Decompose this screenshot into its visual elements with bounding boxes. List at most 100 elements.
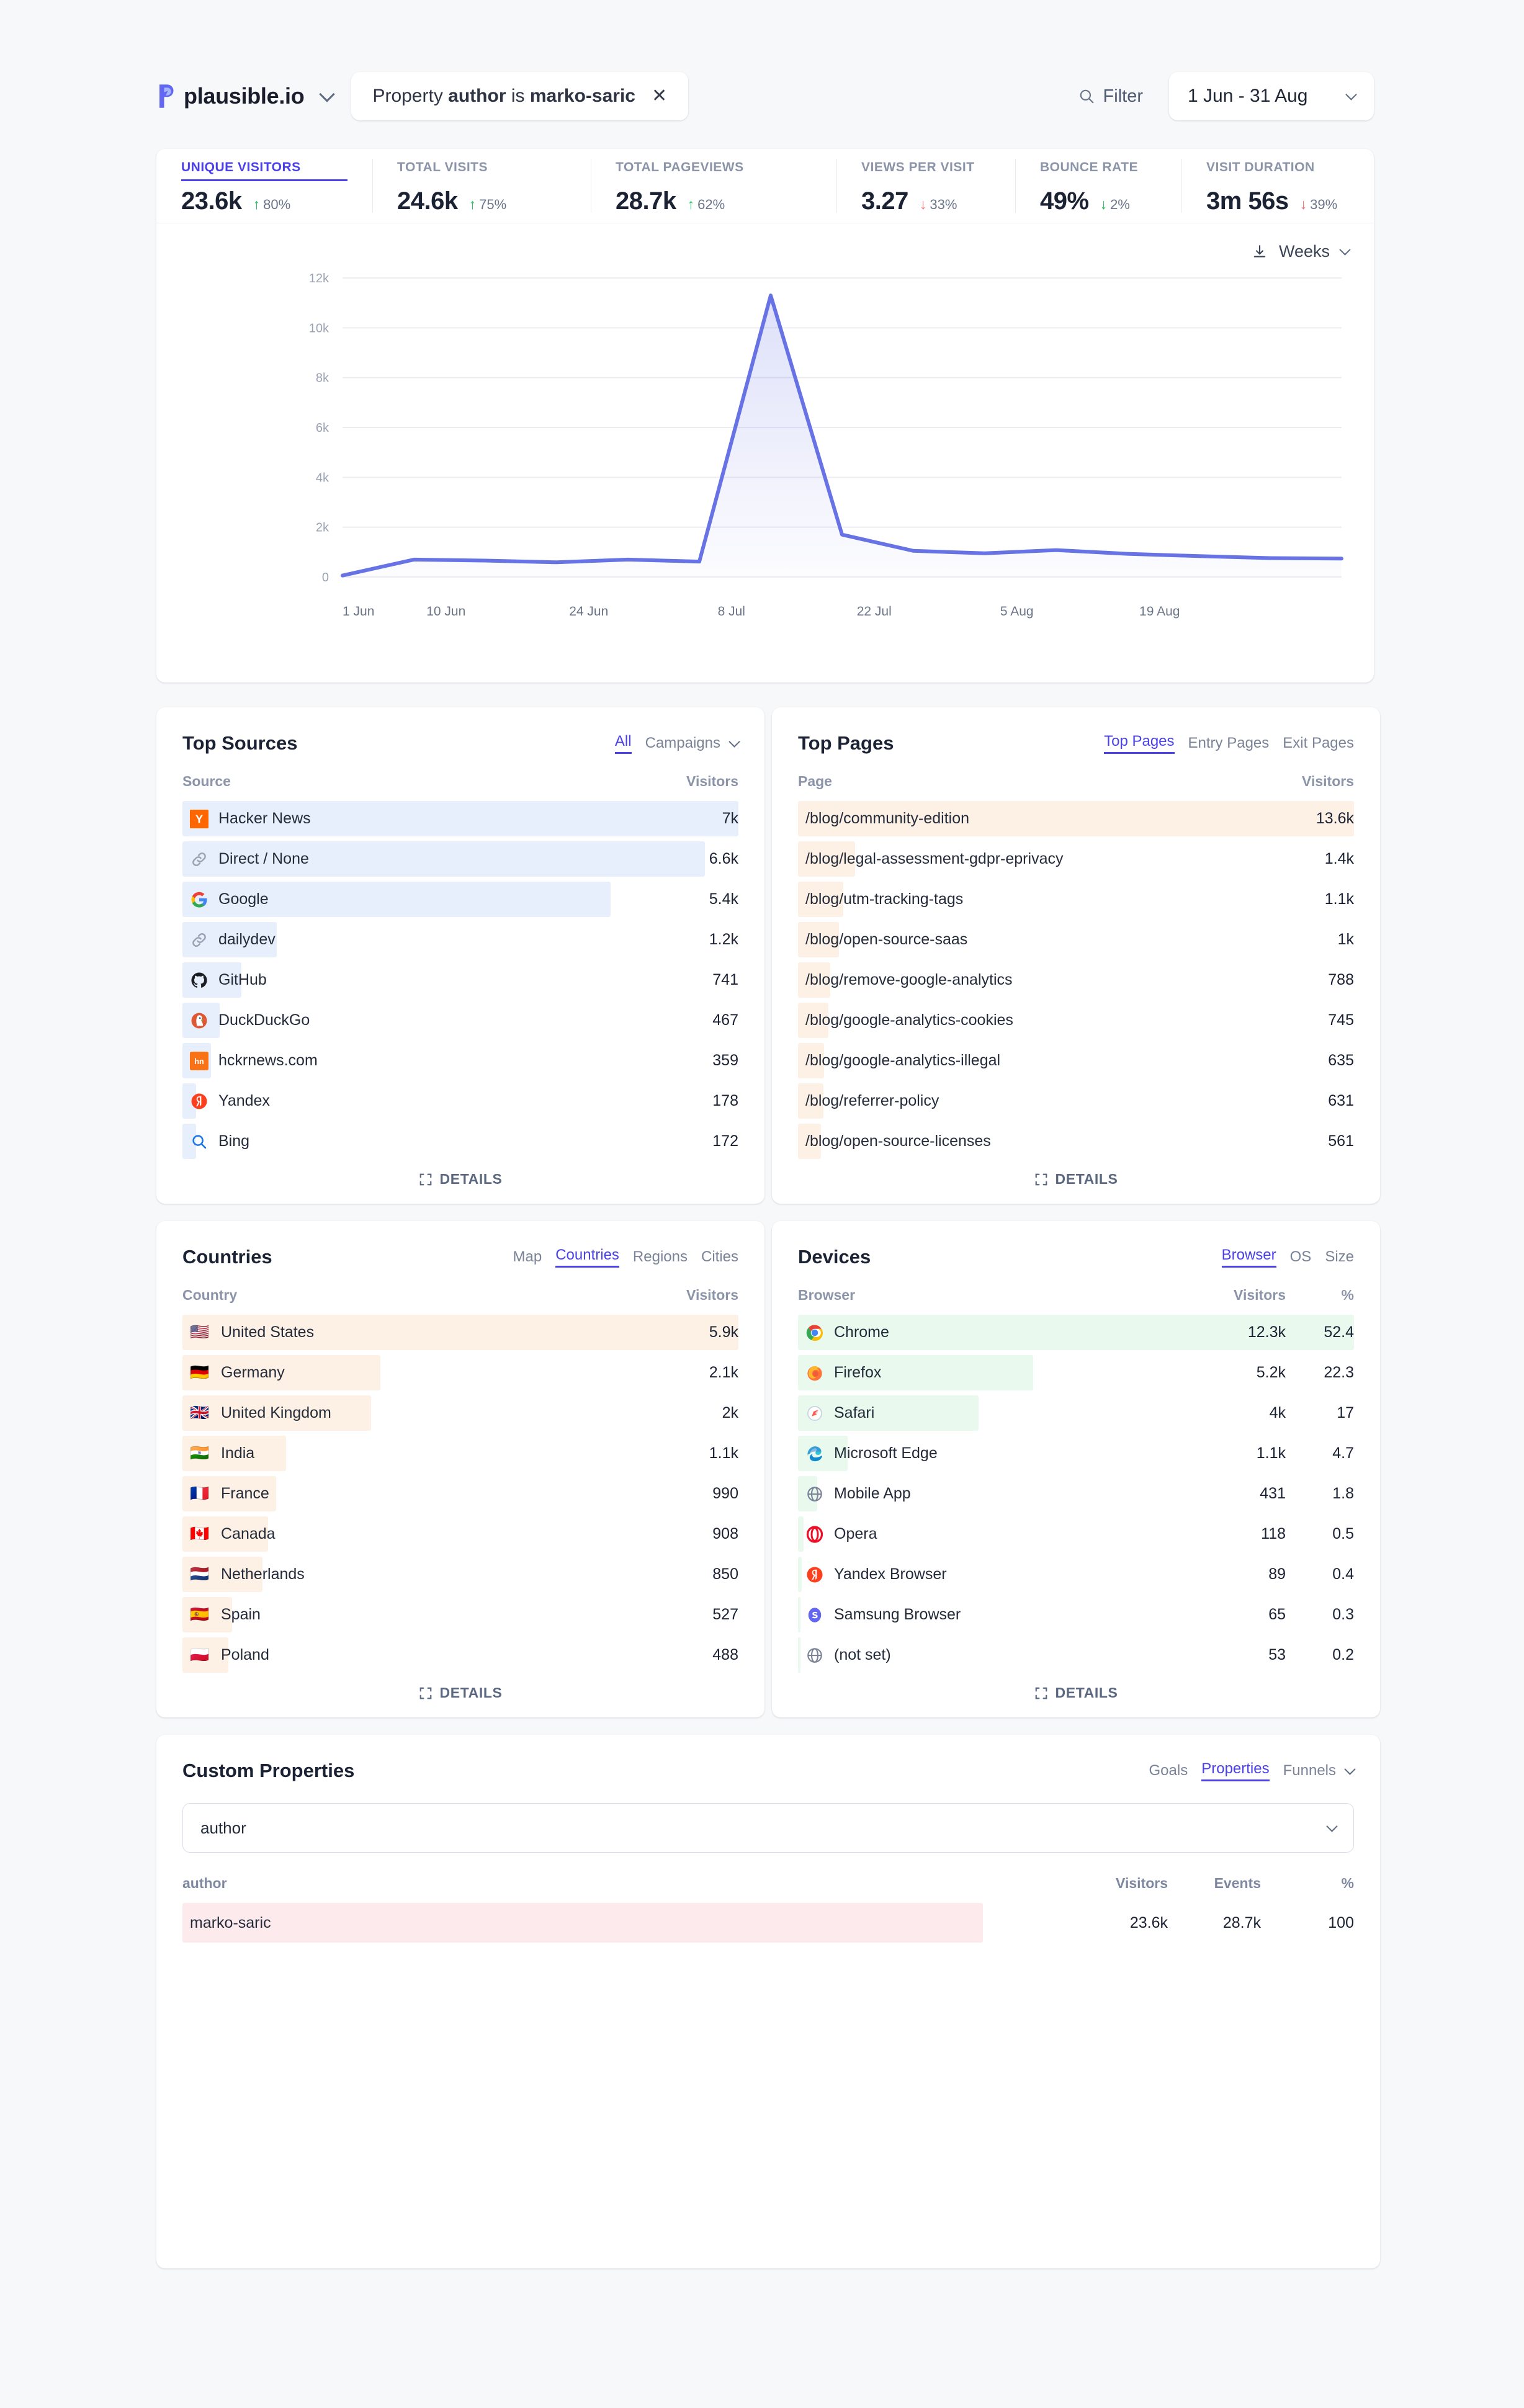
property-select[interactable]: author — [182, 1803, 1354, 1853]
table-row[interactable]: (not set) 53 0.2 — [798, 1635, 1354, 1675]
table-row[interactable]: 🇪🇸 Spain 527 — [182, 1595, 738, 1635]
metric-value: 3m 56s — [1206, 187, 1289, 215]
metric-total-visits[interactable]: TOTAL VISITS 24.6k ↑ 75% — [372, 149, 591, 223]
tab-top-pages[interactable]: Top Pages — [1104, 733, 1175, 754]
table-row[interactable]: 🇩🇪 Germany 2.1k — [182, 1353, 738, 1393]
panel-title: Countries — [182, 1246, 272, 1268]
table-row[interactable]: GitHub 741 — [182, 960, 738, 1000]
interval-label[interactable]: Weeks — [1279, 242, 1330, 261]
table-row[interactable]: dailydev 1.2k — [182, 920, 738, 960]
svg-text:0: 0 — [322, 571, 329, 584]
row-label: 🇩🇪 Germany — [182, 1364, 285, 1382]
chevron-down-icon[interactable] — [1344, 1763, 1356, 1775]
table-row[interactable]: 🇳🇱 Netherlands 850 — [182, 1554, 738, 1595]
table-row[interactable]: /blog/legal-assessment-gdpr-eprivacy 1.4k — [798, 839, 1354, 879]
tab-exit-pages[interactable]: Exit Pages — [1283, 735, 1354, 752]
tab-all[interactable]: All — [614, 733, 632, 754]
tab-entry-pages[interactable]: Entry Pages — [1188, 735, 1270, 752]
table-row[interactable]: Mobile App 431 1.8 — [798, 1474, 1354, 1514]
metric-views-per-visit[interactable]: VIEWS PER VISIT 3.27 ↓ 33% — [836, 149, 1015, 223]
tab-campaigns[interactable]: Campaigns — [645, 735, 720, 752]
table-row[interactable]: DuckDuckGo 467 — [182, 1000, 738, 1041]
tab-os[interactable]: OS — [1290, 1248, 1312, 1266]
row-name: /blog/utm-tracking-tags — [805, 890, 964, 908]
table-row[interactable]: Direct / None 6.6k — [182, 839, 738, 879]
tab-properties[interactable]: Properties — [1201, 1760, 1270, 1781]
date-range-picker[interactable]: 1 Jun - 31 Aug — [1169, 72, 1374, 120]
table-row[interactable]: Chrome 12.3k 52.4 — [798, 1312, 1354, 1353]
table-row[interactable]: Y Hacker News 7k — [182, 799, 738, 839]
row-label: marko-saric — [182, 1914, 271, 1932]
panel-title: Custom Properties — [182, 1760, 355, 1781]
table-row[interactable]: /blog/community-edition 13.6k — [798, 799, 1354, 839]
filter-button[interactable]: Filter — [1069, 79, 1153, 114]
yandex-icon — [191, 1093, 207, 1109]
table-row[interactable]: Firefox 5.2k 22.3 — [798, 1353, 1354, 1393]
table-row[interactable]: Bing 172 — [182, 1121, 738, 1161]
table-row[interactable]: Yandex Browser 89 0.4 — [798, 1554, 1354, 1595]
svg-text:8k: 8k — [316, 372, 329, 385]
table-row[interactable]: 🇬🇧 United Kingdom 2k — [182, 1393, 738, 1433]
chart-svg[interactable]: 0 2k 4k 6k 8k 10k 12k 1 Jun 10 Jun 24 Jun 8 Jul 22 … — [156, 267, 1374, 651]
tab-cities[interactable]: Cities — [701, 1248, 738, 1266]
table-row[interactable]: /blog/open-source-licenses 561 — [798, 1121, 1354, 1161]
chevron-down-icon[interactable] — [319, 86, 336, 102]
tab-countries[interactable]: Countries — [555, 1247, 619, 1268]
bing-icon — [192, 1134, 207, 1148]
metric-unique-visitors[interactable]: UNIQUE VISITORS 23.6k ↑ 80% — [156, 149, 372, 223]
metric-bounce-rate[interactable]: BOUNCE RATE 49% ↓ 2% — [1015, 149, 1181, 223]
devices-details-button[interactable]: DETAILS — [772, 1685, 1380, 1701]
row-value: 6.6k — [709, 850, 738, 867]
tab-goals[interactable]: Goals — [1149, 1762, 1188, 1779]
chevron-down-icon[interactable] — [1339, 244, 1351, 256]
sources-details-button[interactable]: DETAILS — [156, 1171, 764, 1188]
table-row[interactable]: Microsoft Edge 1.1k 4.7 — [798, 1433, 1354, 1474]
active-filter-pill[interactable]: Property author is marko-saric ✕ — [351, 72, 689, 120]
table-row[interactable]: /blog/open-source-saas 1k — [798, 920, 1354, 960]
table-row[interactable]: 🇺🇸 United States 5.9k — [182, 1312, 738, 1353]
row-name: Direct / None — [218, 850, 309, 867]
properties-list: marko-saric 23.6k 28.7k 100 — [156, 1900, 1380, 1945]
countries-details-button[interactable]: DETAILS — [156, 1685, 764, 1701]
tab-browser[interactable]: Browser — [1221, 1247, 1276, 1268]
row-name: Samsung Browser — [834, 1606, 961, 1623]
row-percent: 17 — [1337, 1404, 1354, 1421]
table-row[interactable]: Samsung Browser 65 0.3 — [798, 1595, 1354, 1635]
table-row[interactable]: 🇨🇦 Canada 908 — [182, 1514, 738, 1554]
tab-size[interactable]: Size — [1325, 1248, 1354, 1266]
table-row[interactable]: 🇵🇱 Poland 488 — [182, 1635, 738, 1675]
metric-total-pageviews[interactable]: TOTAL PAGEVIEWS 28.7k ↑ 62% — [591, 149, 836, 223]
table-row[interactable]: /blog/referrer-policy 631 — [798, 1081, 1354, 1121]
table-row[interactable]: marko-saric 23.6k 28.7k 100 — [182, 1900, 1354, 1945]
table-row[interactable]: /blog/google-analytics-cookies 745 — [798, 1000, 1354, 1041]
row-label: /blog/remove-google-analytics — [798, 971, 1013, 989]
tab-map[interactable]: Map — [513, 1248, 542, 1266]
row-label: Yandex Browser — [798, 1565, 947, 1584]
metric-change: ↑ 80% — [253, 196, 291, 212]
table-row[interactable]: /blog/utm-tracking-tags 1.1k — [798, 879, 1354, 920]
table-row[interactable]: /blog/remove-google-analytics 788 — [798, 960, 1354, 1000]
row-label: 🇪🇸 Spain — [182, 1606, 261, 1624]
table-row[interactable]: 🇮🇳 India 1.1k — [182, 1433, 738, 1474]
table-row[interactable]: Safari 4k 17 — [798, 1393, 1354, 1433]
row-value: 5.9k — [709, 1323, 738, 1341]
expand-icon — [419, 1173, 431, 1185]
tab-regions[interactable]: Regions — [633, 1248, 688, 1266]
table-row[interactable]: hn hckrnews.com 359 — [182, 1041, 738, 1081]
remove-filter-icon[interactable]: ✕ — [649, 87, 667, 105]
table-row[interactable]: Google 5.4k — [182, 879, 738, 920]
table-row[interactable]: 🇫🇷 France 990 — [182, 1474, 738, 1514]
pages-details-button[interactable]: DETAILS — [772, 1171, 1380, 1188]
chevron-down-icon[interactable] — [728, 735, 740, 748]
row-label: Google — [182, 890, 269, 909]
panel-header: Custom Properties Goals Properties Funnels — [156, 1735, 1380, 1782]
table-row[interactable]: /blog/google-analytics-illegal 635 — [798, 1041, 1354, 1081]
row-value: 527 — [712, 1606, 738, 1623]
tab-funnels[interactable]: Funnels — [1283, 1762, 1336, 1779]
svg-text:6k: 6k — [316, 421, 329, 435]
download-icon[interactable] — [1252, 244, 1268, 260]
table-row[interactable]: Opera 118 0.5 — [798, 1514, 1354, 1554]
table-row[interactable]: Yandex 178 — [182, 1081, 738, 1121]
site-switcher[interactable]: plausible.io — [156, 83, 336, 109]
metric-visit-duration[interactable]: VISIT DURATION 3m 56s ↓ 39% — [1181, 149, 1374, 223]
